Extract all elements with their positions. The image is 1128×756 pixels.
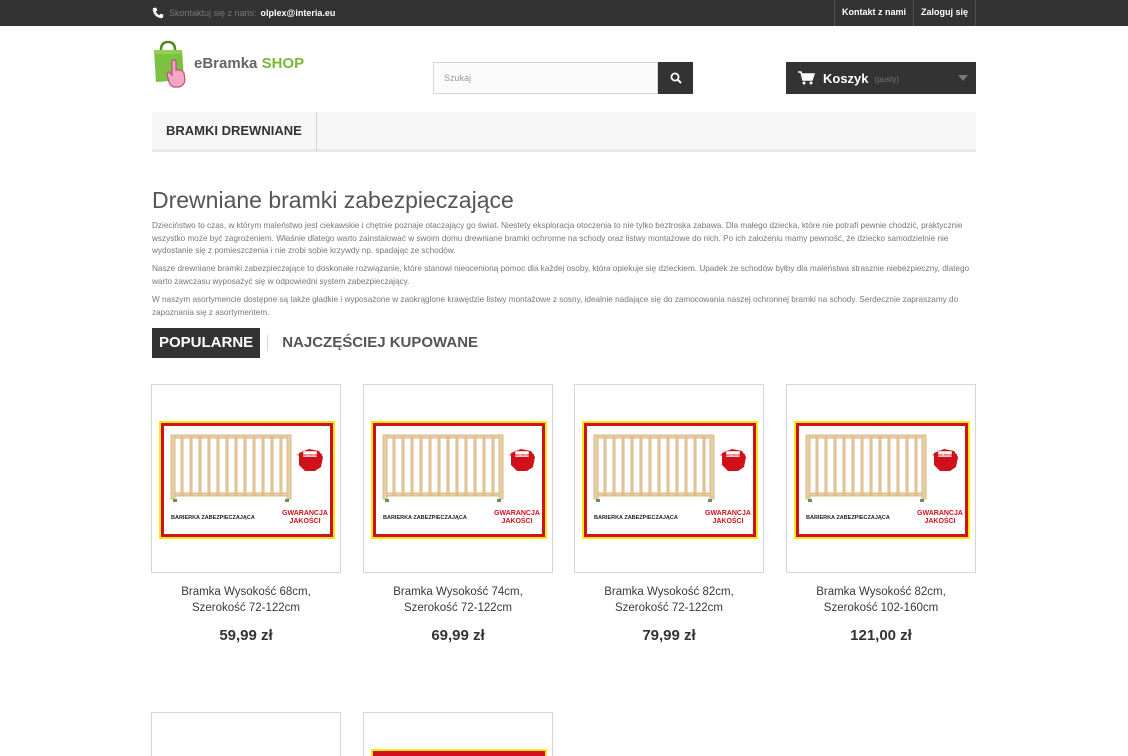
product-name[interactable]: Bramka Wysokość 68cm, Szerokość 72-122cm (151, 584, 341, 616)
product-name[interactable]: Bramka Wysokość 82cm, Szerokość 72-122cm (574, 584, 764, 616)
product-image-edge (371, 749, 547, 756)
product-image-link[interactable]: POLSKI PRODUKT BARIERKA ZABEZPIECZAJĄCA … (151, 384, 341, 573)
product-price: 59,99 zł (219, 627, 273, 644)
product-image: POLSKI PRODUKT BARIERKA ZABEZPIECZAJĄCA … (794, 421, 970, 539)
category-description: Dzieciństwo to czas, w którym maleństwo … (152, 220, 976, 325)
svg-text:POLSKI PRODUKT: POLSKI PRODUKT (932, 453, 957, 457)
svg-text:POLSKI PRODUKT: POLSKI PRODUKT (297, 453, 322, 457)
search-input[interactable] (433, 62, 658, 94)
product-price: 79,99 zł (642, 627, 696, 644)
description-paragraph: Dzieciństwo to czas, w którym maleństwo … (152, 221, 963, 256)
svg-text:JAKOŚCI: JAKOŚCI (924, 516, 955, 525)
product-price: 69,99 zł (431, 627, 485, 644)
svg-text:GWARANCJA: GWARANCJA (282, 510, 328, 517)
description-paragraph: W naszym asortymencie dostępne są także … (152, 294, 959, 317)
product-image: POLSKI PRODUKT BARIERKA ZABEZPIECZAJĄCA … (159, 421, 335, 539)
svg-text:BARIERKA ZABEZPIECZAJĄCA: BARIERKA ZABEZPIECZAJĄCA (383, 515, 467, 521)
product-card: POLSKI PRODUKT BARIERKA ZABEZPIECZAJĄCA … (151, 384, 341, 644)
product-image-link[interactable]: POLSKI PRODUKT BARIERKA ZABEZPIECZAJĄCA … (574, 384, 764, 573)
logo-text-accent: SHOP (261, 55, 305, 72)
top-links: Kontakt z nami Zaloguj się (833, 0, 976, 26)
product-image: POLSKI PRODUKT BARIERKA ZABEZPIECZAJĄCA … (582, 421, 758, 539)
contact-email[interactable]: olplex@interia.eu (261, 8, 336, 18)
phone-icon (152, 7, 164, 19)
svg-text:JAKOŚCI: JAKOŚCI (501, 516, 532, 525)
svg-text:GWARANCJA: GWARANCJA (705, 510, 751, 517)
chevron-down-icon (958, 75, 968, 81)
product-name-line: Szerokość 72-122cm (403, 602, 513, 614)
product-name-line: Bramka Wysokość 74cm, (393, 586, 523, 598)
svg-text:BARIERKA ZABEZPIECZAJĄCA: BARIERKA ZABEZPIECZAJĄCA (806, 515, 890, 521)
cart-icon (798, 71, 815, 85)
product-card: POLSKI PRODUKT BARIERKA ZABEZPIECZAJĄCA … (363, 384, 553, 644)
contact-info: Skontaktuj się z nami: olplex@interia.eu (152, 0, 335, 26)
shopping-bag-icon (154, 40, 186, 88)
search-icon (670, 72, 682, 84)
svg-text:GWARANCJA: GWARANCJA (917, 510, 963, 517)
product-image: POLSKI PRODUKT BARIERKA ZABEZPIECZAJĄCA … (371, 421, 547, 539)
product-image-link[interactable]: POLSKI PRODUKT BARIERKA ZABEZPIECZAJĄCA … (786, 384, 976, 573)
tab-divider (267, 335, 269, 351)
product-card-partial[interactable] (151, 712, 341, 756)
svg-text:POLSKI PRODUKT: POLSKI PRODUKT (720, 453, 745, 457)
product-card: POLSKI PRODUKT BARIERKA ZABEZPIECZAJĄCA … (574, 384, 764, 644)
product-name-line: Bramka Wysokość 82cm, (816, 586, 946, 598)
search-bar (433, 62, 693, 94)
svg-text:GWARANCJA: GWARANCJA (494, 510, 540, 517)
main-menu: BRAMKI DREWNIANE (152, 112, 976, 152)
tab-najczesciej-kupowane[interactable]: NAJCZĘŚCIEJ KUPOWANE (275, 328, 485, 358)
svg-text:BARIERKA ZABEZPIECZAJĄCA: BARIERKA ZABEZPIECZAJĄCA (594, 515, 678, 521)
product-card-partial[interactable] (363, 712, 553, 756)
login-link[interactable]: Zaloguj się (912, 0, 976, 26)
cart-status: (pusty) (874, 75, 899, 84)
product-name-line: Szerokość 102-160cm (823, 602, 939, 614)
svg-text:JAKOŚCI: JAKOŚCI (712, 516, 743, 525)
menu-item-bramki-drewniane[interactable]: BRAMKI DREWNIANE (152, 112, 317, 152)
product-image-link[interactable]: POLSKI PRODUKT BARIERKA ZABEZPIECZAJĄCA … (363, 384, 553, 573)
product-tabs: POPULARNE NAJCZĘŚCIEJ KUPOWANE (152, 328, 485, 358)
product-name[interactable]: Bramka Wysokość 74cm, Szerokość 72-122cm (363, 584, 553, 616)
logo-text-main: eBramka (194, 55, 258, 72)
top-bar: Skontaktuj się z nami: olplex@interia.eu… (0, 0, 1128, 26)
contact-label: Skontaktuj się z nami: (169, 8, 257, 18)
svg-text:JAKOŚCI: JAKOŚCI (289, 516, 320, 525)
cart-button[interactable]: Koszyk (pusty) (786, 62, 976, 94)
product-name-line: Szerokość 72-122cm (191, 602, 301, 614)
contact-link[interactable]: Kontakt z nami (833, 0, 913, 26)
category-title: Drewniane bramki zabezpieczające (152, 187, 514, 213)
svg-text:POLSKI PRODUKT: POLSKI PRODUKT (509, 453, 534, 457)
product-card: POLSKI PRODUKT BARIERKA ZABEZPIECZAJĄCA … (786, 384, 976, 644)
product-name[interactable]: Bramka Wysokość 82cm, Szerokość 102-160cm (786, 584, 976, 616)
shop-logo[interactable]: eBramka SHOP (152, 40, 312, 90)
cart-label: Koszyk (823, 70, 869, 86)
search-button[interactable] (658, 62, 693, 94)
description-paragraph: Nasze drewniane bramki zabezpieczające t… (152, 264, 970, 286)
product-name-line: Bramka Wysokość 82cm, (604, 586, 734, 598)
product-price: 121,00 zł (850, 627, 912, 644)
svg-text:BARIERKA ZABEZPIECZAJĄCA: BARIERKA ZABEZPIECZAJĄCA (171, 515, 255, 521)
logo-text: eBramka SHOP (194, 55, 304, 72)
product-name-line: Bramka Wysokość 68cm, (181, 586, 311, 598)
tab-popularne[interactable]: POPULARNE (152, 328, 261, 358)
product-name-line: Szerokość 72-122cm (614, 602, 724, 614)
